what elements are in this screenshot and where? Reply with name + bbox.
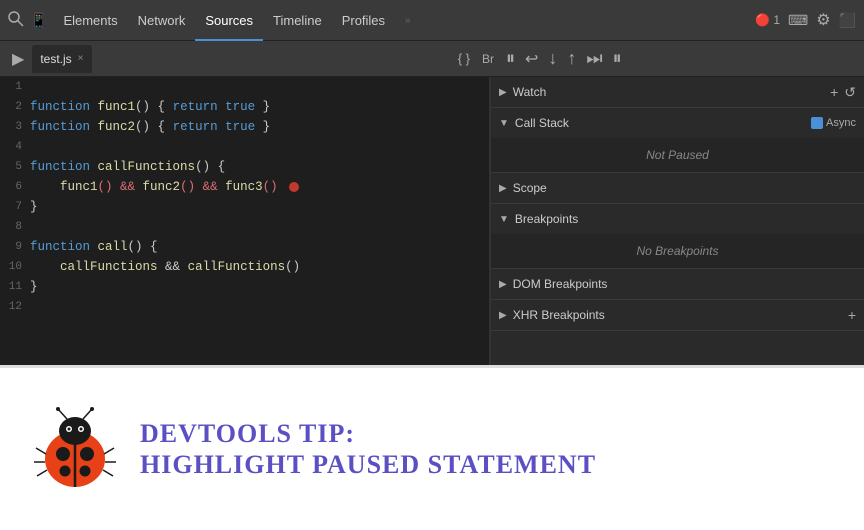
top-nav-bar: 📱 Elements Network Sources Timeline Prof…: [0, 0, 864, 41]
code-line-7: 7 }: [0, 197, 489, 217]
xhr-breakpoints-toggle[interactable]: ▶: [499, 310, 507, 321]
code-line-4: 4: [0, 137, 489, 157]
console-button[interactable]: ⌨: [788, 12, 808, 29]
nav-elements[interactable]: Elements: [53, 0, 127, 41]
refresh-break-button[interactable]: ↩: [525, 49, 538, 69]
scope-header[interactable]: ▶ Scope: [491, 173, 864, 203]
xhr-breakpoints-header[interactable]: ▶ XHR Breakpoints +: [491, 300, 864, 330]
scope-label: Scope: [513, 181, 856, 195]
toolbar-left: ▶ test.js × { } Br: [8, 45, 498, 73]
breakpoints-section: ▼ Breakpoints No Breakpoints: [491, 204, 864, 269]
breakpoints-toggle[interactable]: ▼: [499, 214, 509, 225]
code-line-12: 12: [0, 297, 489, 317]
code-line-11: 11 }: [0, 277, 489, 297]
breakpoint-button[interactable]: Br: [478, 50, 498, 68]
main-area: 1 2 function func1() { return true } 3 f…: [0, 77, 864, 365]
nav-profiles[interactable]: Profiles: [332, 0, 395, 41]
file-tab-label: test.js: [40, 52, 71, 66]
dom-breakpoints-label: DOM Breakpoints: [513, 277, 856, 291]
watch-header[interactable]: ▶ Watch + ↺: [491, 77, 864, 107]
ladybug-image: [30, 404, 120, 494]
tip-text: DevTools Tip: Highlight Paused Statement: [140, 418, 596, 479]
xhr-breakpoints-label: XHR Breakpoints: [513, 308, 842, 322]
tab-close-button[interactable]: ×: [78, 53, 84, 64]
call-stack-label: Call Stack: [515, 116, 805, 130]
code-line-5: 5 function callFunctions() {: [0, 157, 489, 177]
right-panel: ▶ Watch + ↺ ▼ Call Stack Async Not Pause…: [490, 77, 864, 365]
breakpoint-marker: [289, 182, 299, 192]
toggle-breakpoints-button[interactable]: ⏸: [613, 48, 622, 69]
code-line-6: 6 func1() && func2() && func3(): [0, 177, 489, 197]
nav-right-actions: 🔴 1 ⌨ ⚙ ⬛: [755, 10, 856, 30]
nav-more[interactable]: »: [395, 0, 421, 41]
scope-section: ▶ Scope: [491, 173, 864, 204]
settings-icon[interactable]: ⚙: [816, 10, 830, 30]
toolbar: ▶ test.js × { } Br ⏸ ↩ ↓ ↑ ⏭ ⏸: [0, 41, 864, 77]
code-line-2: 2 function func1() { return true }: [0, 97, 489, 117]
async-text: Async: [826, 117, 856, 129]
breakpoints-label: Breakpoints: [515, 212, 856, 226]
step-into-button[interactable]: ↑: [567, 48, 576, 69]
tip-section: DevTools Tip: Highlight Paused Statement: [0, 365, 864, 530]
file-tab[interactable]: test.js ×: [32, 45, 91, 73]
watch-section: ▶ Watch + ↺: [491, 77, 864, 108]
not-paused-text: Not Paused: [507, 142, 848, 168]
scope-toggle[interactable]: ▶: [499, 183, 507, 194]
nav-sources[interactable]: Sources: [195, 0, 263, 41]
code-line-9: 9 function call() {: [0, 237, 489, 257]
nav-network[interactable]: Network: [128, 0, 196, 41]
step-over-button[interactable]: ↓: [548, 48, 557, 69]
xhr-add-button[interactable]: +: [848, 307, 856, 323]
xhr-breakpoints-section: ▶ XHR Breakpoints +: [491, 300, 864, 331]
watch-label: Watch: [513, 85, 824, 99]
watch-actions: + ↺: [830, 84, 856, 101]
breakpoints-header[interactable]: ▼ Breakpoints: [491, 204, 864, 234]
call-stack-content: Not Paused: [491, 138, 864, 172]
nav-timeline[interactable]: Timeline: [263, 0, 332, 41]
play-button[interactable]: ▶: [8, 47, 28, 71]
format-button[interactable]: { }: [454, 49, 474, 68]
watch-add-button[interactable]: +: [830, 84, 838, 101]
mobile-icon[interactable]: 📱: [30, 12, 47, 29]
watch-toggle[interactable]: ▶: [499, 87, 507, 98]
call-stack-header[interactable]: ▼ Call Stack Async: [491, 108, 864, 138]
xhr-breakpoints-actions: +: [848, 307, 856, 323]
dom-breakpoints-toggle[interactable]: ▶: [499, 279, 507, 290]
error-counter: 🔴 1: [755, 13, 780, 27]
pause-button[interactable]: ⏸: [506, 48, 515, 69]
breakpoints-content: No Breakpoints: [491, 234, 864, 268]
async-checkbox[interactable]: [811, 117, 823, 129]
dom-breakpoints-header[interactable]: ▶ DOM Breakpoints: [491, 269, 864, 299]
watch-refresh-button[interactable]: ↺: [844, 84, 856, 101]
tip-title: DevTools Tip:: [140, 418, 596, 449]
code-line-10: 10 callFunctions && callFunctions(): [0, 257, 489, 277]
code-line-8: 8: [0, 217, 489, 237]
dock-icon[interactable]: ⬛: [839, 12, 856, 29]
code-line-3: 3 function func2() { return true }: [0, 117, 489, 137]
source-panel[interactable]: 1 2 function func1() { return true } 3 f…: [0, 77, 490, 365]
call-stack-toggle[interactable]: ▼: [499, 118, 509, 129]
no-breakpoints-text: No Breakpoints: [507, 238, 848, 264]
dom-breakpoints-section: ▶ DOM Breakpoints: [491, 269, 864, 300]
step-out-button[interactable]: ⏭: [586, 48, 602, 69]
search-icon[interactable]: [8, 11, 24, 30]
debugger-controls: ⏸ ↩ ↓ ↑ ⏭ ⏸: [498, 48, 622, 69]
code-line-1: 1: [0, 77, 489, 97]
call-stack-section: ▼ Call Stack Async Not Paused: [491, 108, 864, 173]
async-label: Async: [811, 117, 856, 129]
tip-subtitle: Highlight Paused Statement: [140, 450, 596, 480]
